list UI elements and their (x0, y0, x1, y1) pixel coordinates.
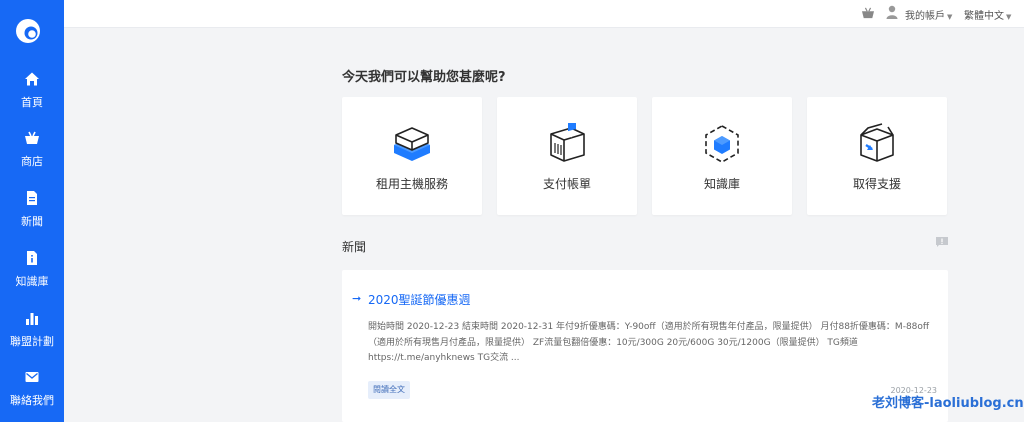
svg-text:$: $ (570, 131, 574, 139)
card-label: 取得支援 (852, 177, 901, 191)
account-menu[interactable]: 我的帳戶 ▼ (905, 7, 952, 22)
chevron-down-icon: ▼ (947, 13, 953, 21)
sidebar-item-label: 聯絡我們 (10, 394, 54, 407)
language-label: 繁體中文 (964, 11, 1004, 22)
logo-icon[interactable] (14, 17, 42, 45)
sidebar: 首頁 商店 新聞 知識庫 聯盟計劃 聯絡我們 (0, 0, 64, 422)
card-label: 支付帳單 (542, 177, 591, 191)
read-more-button[interactable]: 閱讀全文 (368, 381, 410, 399)
page-heading: 今天我們可以幫助您甚麼呢? (342, 70, 506, 85)
sidebar-item-store[interactable]: 商店 (0, 130, 64, 186)
news-section-title: 新聞 (342, 240, 367, 254)
basket-icon (25, 131, 39, 144)
info-document-icon (27, 251, 37, 265)
chevron-down-icon: ▼ (1006, 13, 1012, 21)
home-icon (25, 72, 39, 86)
bar-chart-icon (26, 313, 38, 325)
comment-icon[interactable] (936, 237, 948, 247)
server-box-icon (394, 127, 430, 161)
watermark: 老刘博客-laoliublog.cn (872, 396, 1024, 411)
document-icon (27, 191, 37, 205)
top-bar: 我的帳戶 ▼ 繁體中文 ▼ (64, 0, 1024, 28)
account-label: 我的帳戶 (905, 11, 945, 22)
news-item-title[interactable]: 2020聖誕節優惠週 (368, 291, 471, 308)
sidebar-item-label: 新聞 (21, 215, 43, 228)
support-box-icon (860, 123, 894, 162)
language-menu[interactable]: 繁體中文 ▼ (964, 7, 1011, 22)
sidebar-item-contact[interactable]: 聯絡我們 (0, 369, 64, 422)
mail-icon (25, 372, 39, 382)
arrow-right-icon: ➞ (352, 292, 362, 305)
sidebar-item-knowledgebase[interactable]: 知識庫 (0, 250, 64, 306)
sidebar-item-label: 首頁 (21, 96, 43, 109)
sidebar-item-label: 知識庫 (15, 275, 49, 288)
invoice-box-icon: $ (550, 123, 585, 162)
sidebar-item-label: 商店 (21, 155, 43, 168)
user-icon[interactable] (886, 5, 898, 19)
knowledge-cube-icon (705, 125, 739, 163)
card-label: 知識庫 (703, 177, 740, 191)
sidebar-item-home[interactable]: 首頁 (0, 71, 64, 127)
basket-icon[interactable] (861, 7, 875, 19)
sidebar-item-affiliates[interactable]: 聯盟計劃 (0, 310, 64, 366)
news-item: ➞ 2020聖誕節優惠週 開始時間 2020-12-23 結束時間 2020-1… (342, 270, 948, 422)
sidebar-item-news[interactable]: 新聞 (0, 190, 64, 246)
card-order-hosting[interactable]: 租用主機服務 (342, 97, 482, 215)
card-pay-invoice[interactable]: $ 支付帳單 (497, 97, 637, 215)
card-get-support[interactable]: 取得支援 (807, 97, 947, 215)
news-item-excerpt: 開始時間 2020-12-23 結束時間 2020-12-31 年付9折優惠碼：… (368, 322, 930, 363)
card-label: 租用主機服務 (375, 177, 448, 191)
card-knowledgebase[interactable]: 知識庫 (652, 97, 792, 215)
sidebar-item-label: 聯盟計劃 (10, 335, 54, 348)
